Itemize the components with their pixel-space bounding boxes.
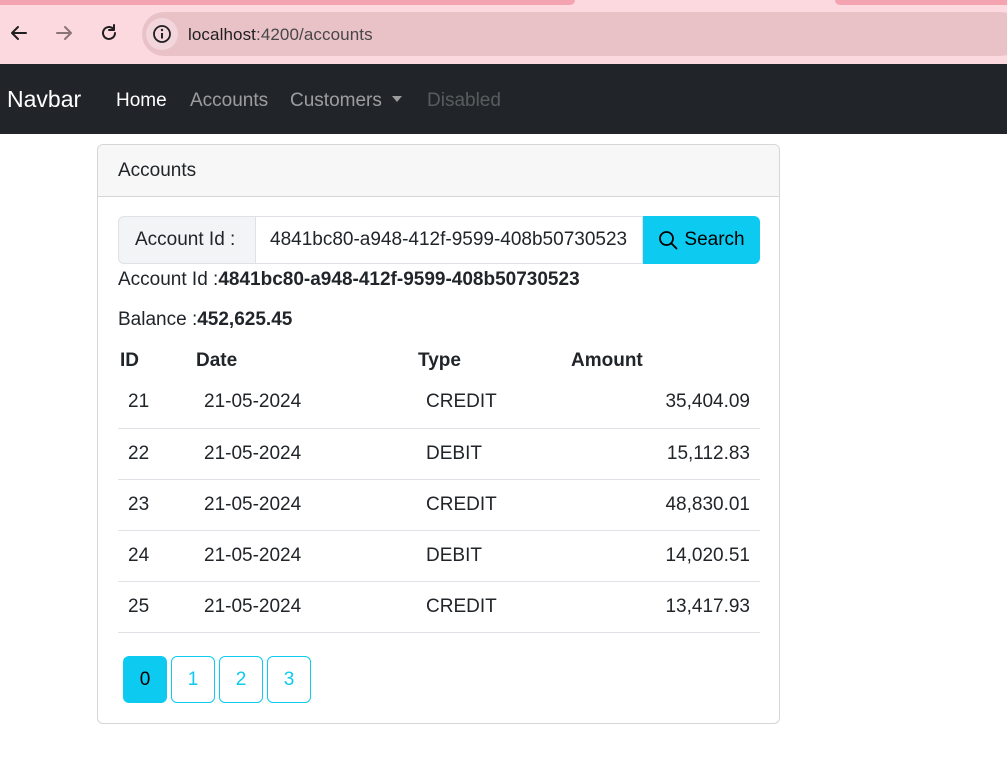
table-row: 22 21-05-2024 DEBIT 15,112.83 [118,428,760,480]
nav-dropdown-customers[interactable]: Customers [290,90,402,112]
forward-button[interactable] [49,18,79,48]
cell-amount: 15,112.83 [569,428,760,480]
cell-date: 21-05-2024 [194,377,416,429]
table-row: 24 21-05-2024 DEBIT 14,020.51 [118,530,760,582]
nav-link-disabled: Disabled [427,90,501,111]
table-row: 25 21-05-2024 CREDIT 13,417.93 [118,581,760,633]
cell-id: 23 [118,479,194,531]
caret-down-icon [391,96,402,102]
account-id-value: 4841bc80-a948-412f-9599-408b50730523 [218,269,580,290]
pagination: 0 1 2 3 [123,656,311,703]
url-text: localhost:4200/accounts [188,25,373,45]
nav-link-home[interactable]: Home [116,90,167,112]
cell-date: 21-05-2024 [194,581,416,633]
browser-toolbar: localhost:4200/accounts [0,0,1007,64]
address-bar[interactable]: localhost:4200/accounts [142,12,1007,56]
cell-type: DEBIT [416,530,569,582]
cell-type: DEBIT [416,428,569,480]
cell-type: CREDIT [416,479,569,531]
cell-date: 21-05-2024 [194,530,416,582]
table-row: 21 21-05-2024 CREDIT 35,404.09 [118,377,760,429]
column-header-id: ID [120,350,139,371]
table-header-row: ID Date Type Amount [118,345,760,377]
arrow-right-icon [56,26,72,40]
cell-amount: 14,020.51 [569,530,760,582]
account-id-input[interactable] [255,216,643,264]
arrow-left-icon [11,26,27,40]
account-id-label: Account Id : [118,216,255,264]
browser-tab[interactable] [0,0,575,5]
cell-type: CREDIT [416,581,569,633]
search-button[interactable]: Search [643,216,760,264]
cell-date: 21-05-2024 [194,479,416,531]
url-path: :4200/accounts [256,25,373,44]
account-id-line: Account Id :4841bc80-a948-412f-9599-408b… [118,269,580,291]
nav-link-accounts[interactable]: Accounts [190,90,268,112]
cell-amount: 35,404.09 [569,377,760,429]
cell-id: 21 [118,377,194,429]
cell-type: CREDIT [416,377,569,429]
operations-table: ID Date Type Amount 21 21-05-2024 CREDIT… [118,345,760,633]
page-button-1[interactable]: 1 [171,656,215,703]
page-button-2[interactable]: 2 [219,656,263,703]
card-header: Accounts [98,145,779,197]
column-header-amount: Amount [571,350,643,371]
browser-tab[interactable] [835,0,1007,5]
table-row: 23 21-05-2024 CREDIT 48,830.01 [118,479,760,531]
reload-icon [102,24,116,40]
column-header-date: Date [196,350,238,371]
app-navbar: Navbar Home Accounts Customers Disabled [0,64,1007,134]
nav-link-customers-label: Customers [290,90,382,111]
column-header-type: Type [418,350,461,371]
navbar-brand[interactable]: Navbar [7,86,81,113]
account-id-caption: Account Id : [118,269,219,290]
cell-date: 21-05-2024 [194,428,416,480]
site-info-icon[interactable] [146,18,178,50]
reload-button[interactable] [94,18,124,48]
cell-id: 22 [118,428,194,480]
balance-line: Balance :452,625.45 [118,309,292,331]
search-icon [659,231,678,250]
cell-amount: 13,417.93 [569,581,760,633]
balance-caption: Balance : [118,309,198,330]
search-button-label: Search [684,229,745,250]
page-button-3[interactable]: 3 [267,656,311,703]
accounts-card: Accounts Account Id : Search Account Id … [97,144,780,724]
cell-id: 24 [118,530,194,582]
url-host: localhost [188,25,256,44]
account-search-group: Account Id : Search [118,216,760,264]
balance-value: 452,625.45 [197,309,293,330]
back-button[interactable] [4,18,34,48]
page-button-0[interactable]: 0 [123,656,167,703]
cell-id: 25 [118,581,194,633]
cell-amount: 48,830.01 [569,479,760,531]
